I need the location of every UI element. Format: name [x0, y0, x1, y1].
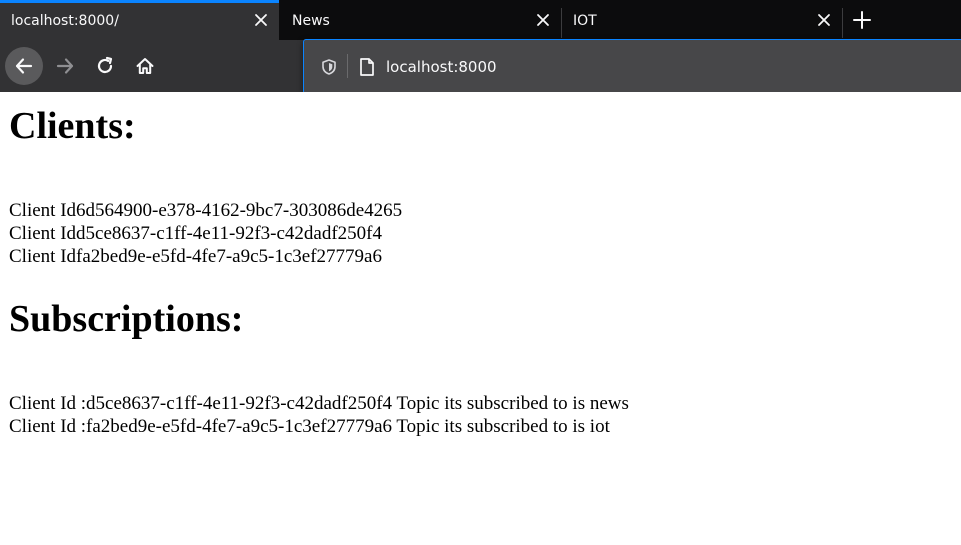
client-item: Client Id6d564900-e378-4162-9bc7-303086d… [9, 200, 403, 221]
tab-iot[interactable]: IOT [562, 0, 842, 40]
subscription-item: Client Id :d5ce8637-c1ff-4e11-92f3-c42da… [9, 393, 629, 414]
reload-icon [97, 56, 113, 74]
back-arrow-icon [15, 58, 33, 74]
shield-icon[interactable] [320, 58, 338, 76]
subscriptions-list: Client Id :d5ce8637-c1ff-4e11-92f3-c42da… [9, 392, 629, 438]
active-tab-indicator [0, 0, 279, 3]
close-icon[interactable] [253, 12, 269, 28]
tab-title: IOT [573, 13, 597, 29]
subscriptions-heading: Subscriptions: [9, 298, 244, 340]
close-icon[interactable] [535, 12, 551, 28]
forward-button[interactable] [46, 47, 84, 85]
tab-localhost[interactable]: localhost:8000/ [0, 0, 279, 40]
forward-arrow-icon [56, 58, 74, 74]
tab-title: localhost:8000/ [11, 13, 119, 29]
client-item: Client Idd5ce8637-c1ff-4e11-92f3-c42dadf… [9, 223, 383, 244]
browser-window: localhost:8000/ News IOT localhost:8000 … [0, 0, 961, 545]
tab-strip: localhost:8000/ News IOT [0, 0, 961, 40]
home-icon [136, 58, 154, 74]
page-icon[interactable] [358, 57, 376, 77]
close-icon[interactable] [816, 12, 832, 28]
clients-list: Client Id6d564900-e378-4162-9bc7-303086d… [9, 199, 402, 268]
reload-button[interactable] [86, 47, 124, 85]
plus-icon[interactable] [852, 10, 872, 30]
back-button[interactable] [5, 47, 43, 85]
client-item: Client Idfa2bed9e-e5fd-4fe7-a9c5-1c3ef27… [9, 246, 382, 267]
url-text[interactable]: localhost:8000 [386, 57, 497, 77]
subscription-item: Client Id :fa2bed9e-e5fd-4fe7-a9c5-1c3ef… [9, 416, 610, 437]
clients-heading: Clients: [9, 105, 136, 147]
url-bar-separator [347, 54, 348, 78]
page-content: Clients: Client Id6d564900-e378-4162-9bc… [0, 92, 961, 545]
tab-news[interactable]: News [281, 0, 561, 40]
tab-separator [842, 8, 843, 38]
url-bar[interactable]: localhost:8000 [303, 39, 961, 94]
home-button[interactable] [126, 47, 164, 85]
tab-title: News [292, 13, 330, 29]
